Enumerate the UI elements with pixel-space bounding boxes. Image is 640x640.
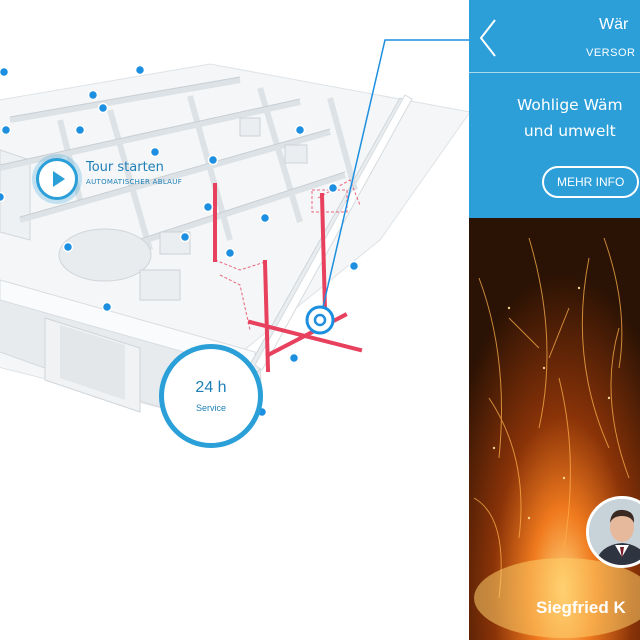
tour-title[interactable]: Tour starten <box>86 160 164 175</box>
hotspot[interactable] <box>327 182 339 194</box>
hotspot[interactable] <box>101 301 113 313</box>
contact-name: Siegfried K <box>536 598 626 617</box>
hotspot[interactable] <box>134 64 146 76</box>
divider <box>469 72 640 73</box>
panel-title: Wär <box>599 16 629 33</box>
hotspot[interactable] <box>179 231 191 243</box>
more-info-button[interactable]: MEHR INFO <box>542 166 640 198</box>
service-label: Service <box>195 403 226 413</box>
chevron-left-icon[interactable] <box>477 16 499 60</box>
panel-category: VERSOR <box>586 47 636 59</box>
sparks-fire-image <box>469 218 640 640</box>
service-24h-button[interactable]: 24 h Service <box>159 344 263 448</box>
headline-line-2: und umwelt <box>523 122 616 140</box>
hotspot[interactable] <box>87 89 99 101</box>
hotspot[interactable] <box>224 247 236 259</box>
hotspot[interactable] <box>288 352 300 364</box>
hotspot[interactable] <box>149 146 161 158</box>
tour-subtitle: AUTOMATISCHER ABLAUF <box>86 178 183 186</box>
play-icon <box>53 171 65 187</box>
hotspot[interactable] <box>62 241 74 253</box>
hotspot[interactable] <box>97 102 109 114</box>
hotspot[interactable] <box>0 191 6 203</box>
headline-line-1: Wohlige Wäm <box>517 96 623 114</box>
hotspot[interactable] <box>294 124 306 136</box>
hotspot[interactable] <box>207 154 219 166</box>
hotspot[interactable] <box>74 124 86 136</box>
tour-start-button[interactable] <box>36 158 78 200</box>
hotspot[interactable] <box>0 124 12 136</box>
hotspot[interactable] <box>202 201 214 213</box>
hotspot[interactable] <box>348 260 360 272</box>
hotspot[interactable] <box>0 66 10 78</box>
hotspot[interactable] <box>259 212 271 224</box>
panel-headline: Wohlige Wäm und umwelt <box>517 92 623 144</box>
info-panel: Wär VERSOR Wohlige Wäm und umwelt MEHR I… <box>469 0 640 640</box>
service-hours: 24 h <box>195 379 227 396</box>
